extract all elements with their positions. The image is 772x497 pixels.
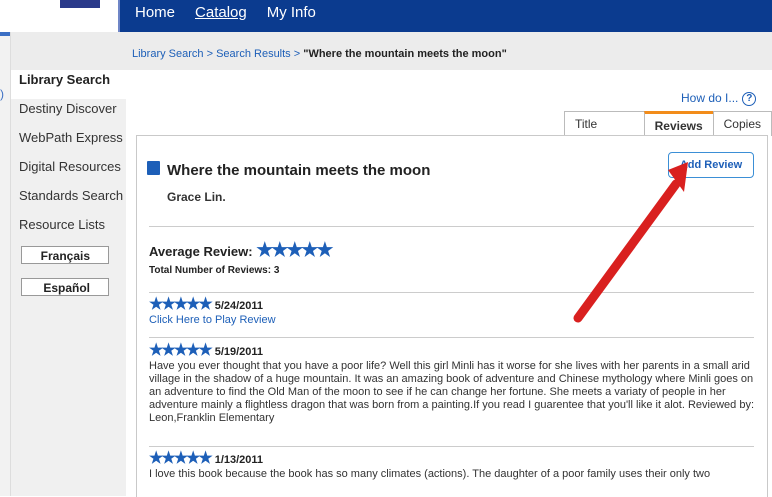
divider	[149, 292, 754, 293]
book-author: Grace Lin.	[167, 190, 226, 204]
nav-my-info[interactable]: My Info	[264, 4, 319, 21]
review-date: 5/19/2011	[214, 346, 264, 358]
divider	[149, 337, 754, 338]
review-stars: ★★★★★	[149, 342, 213, 359]
add-review-button[interactable]: Add Review	[668, 152, 754, 178]
divider	[149, 446, 754, 447]
logo-area	[0, 0, 120, 32]
main-nav: Home Catalog My Info	[132, 4, 319, 21]
sidebar-item-library-search[interactable]: Library Search	[11, 70, 126, 99]
nav-home[interactable]: Home	[132, 4, 178, 21]
tab-reviews[interactable]: Reviews	[643, 111, 714, 136]
play-review-link[interactable]: Click Here to Play Review	[149, 314, 276, 326]
partial-help-icon: )	[0, 87, 4, 101]
breadcrumb-current: "Where the mountain meets the moon"	[303, 48, 507, 60]
language-button-francais[interactable]: Français	[21, 246, 109, 264]
review-item: ★★★★★ 5/19/2011 Have you ever thought tha…	[149, 342, 754, 425]
sidebar: Library Search Destiny Discover WebPath …	[11, 70, 126, 496]
average-review-label: Average Review:	[149, 244, 253, 259]
total-reviews: Total Number of Reviews: 3	[149, 265, 280, 276]
review-item: ★★★★★ 5/24/2011 Click Here to Play Review	[149, 296, 754, 327]
left-edge-strip: )	[0, 32, 11, 496]
breadcrumb-library-search[interactable]: Library Search	[132, 48, 204, 60]
language-button-espanol[interactable]: Español	[21, 278, 109, 296]
sidebar-item-webpath-express[interactable]: WebPath Express	[11, 128, 126, 157]
top-nav-bar: Home Catalog My Info	[0, 0, 772, 32]
review-text: Have you ever thought that you have a po…	[149, 360, 754, 424]
book-title: Where the mountain meets the moon	[167, 162, 431, 179]
review-date: 1/13/2011	[214, 454, 264, 466]
review-stars: ★★★★★	[149, 450, 213, 467]
sidebar-item-resource-lists[interactable]: Resource Lists	[11, 215, 126, 244]
review-stars: ★★★★★	[149, 296, 213, 313]
divider	[149, 226, 754, 227]
average-review: Average Review: ★★★★★	[149, 239, 333, 262]
how-do-i-label: How do I...	[681, 91, 739, 105]
nav-catalog[interactable]: Catalog	[192, 4, 250, 21]
review-item: ★★★★★ 1/13/2011 I love this book because …	[149, 450, 754, 481]
sidebar-item-standards-search[interactable]: Standards Search	[11, 186, 126, 215]
review-date: 5/24/2011	[214, 300, 264, 312]
sidebar-item-destiny-discover[interactable]: Destiny Discover	[11, 99, 126, 128]
breadcrumb: Library Search > Search Results > "Where…	[132, 48, 507, 60]
review-text: I love this book because the book has so…	[149, 468, 711, 480]
how-do-i-link[interactable]: How do I...?	[681, 91, 757, 106]
breadcrumb-search-results[interactable]: Search Results	[216, 48, 291, 60]
sidebar-item-digital-resources[interactable]: Digital Resources	[11, 157, 126, 186]
help-icon[interactable]: ?	[742, 91, 757, 106]
tab-copies[interactable]: Copies	[712, 111, 772, 136]
detail-tabs: Title Details Reviews Copies	[564, 111, 772, 155]
tab-title-details[interactable]: Title Details	[564, 111, 645, 155]
average-rating-stars: ★★★★★	[256, 240, 333, 261]
book-icon	[147, 161, 160, 175]
